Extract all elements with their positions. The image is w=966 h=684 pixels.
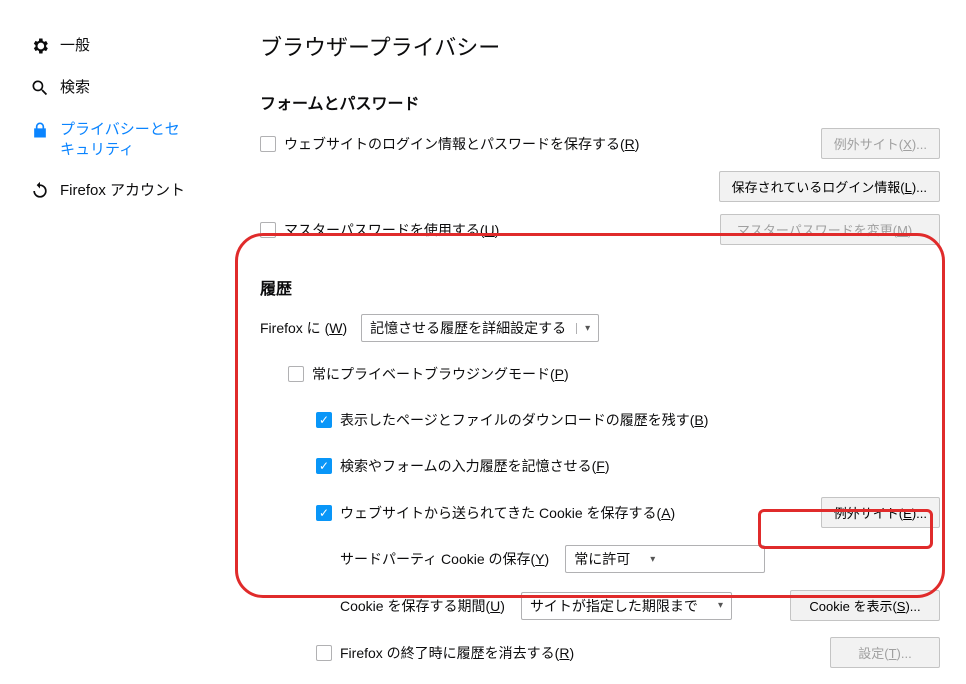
master-password-label: マスターパスワードを使用する(U)	[284, 220, 499, 240]
remember-search-checkbox[interactable]	[316, 458, 332, 474]
keep-until-label: Cookie を保存する期間(U)	[340, 596, 505, 616]
sidebar-item-label: 検索	[60, 78, 90, 98]
accept-cookies-checkbox[interactable]	[316, 505, 332, 521]
keep-until-select[interactable]: サイトが指定した期限まで ▾	[521, 592, 732, 620]
sidebar-item-account[interactable]: Firefox アカウント	[30, 175, 210, 217]
chevron-down-icon: ▾	[650, 554, 655, 565]
page-title: ブラウザープライバシー	[260, 30, 940, 62]
keep-until-value: サイトが指定した期限まで	[530, 596, 698, 616]
remember-search-label: 検索やフォームの入力履歴を記憶させる(F)	[340, 456, 609, 476]
remember-visits-checkbox[interactable]	[316, 412, 332, 428]
chevron-down-icon: ▾	[576, 323, 590, 334]
cookie-exceptions-button[interactable]: 例外サイト(E)...	[821, 497, 940, 528]
always-private-checkbox[interactable]	[288, 366, 304, 382]
third-party-cookie-value: 常に許可	[574, 549, 630, 569]
change-master-password-button[interactable]: マスターパスワードを変更(M)...	[720, 214, 940, 245]
section-title-forms: フォームとパスワード	[260, 90, 940, 114]
sidebar-item-label: Firefox アカウント	[60, 181, 185, 201]
sidebar-item-general[interactable]: 一般	[30, 30, 210, 72]
master-password-checkbox[interactable]	[260, 222, 276, 238]
sidebar-item-privacy[interactable]: プライバシーとセキュリティ	[30, 114, 210, 175]
settings-main: ブラウザープライバシー フォームとパスワード ウェブサイトのログイン情報とパスワ…	[260, 30, 940, 684]
clear-on-close-checkbox[interactable]	[316, 645, 332, 661]
sidebar-item-label: プライバシーとセキュリティ	[60, 120, 190, 159]
clear-settings-button[interactable]: 設定(T)...	[830, 637, 940, 668]
always-private-label: 常にプライベートブラウジングモード(P)	[312, 364, 569, 384]
chevron-down-icon: ▾	[718, 600, 723, 611]
gear-icon	[30, 36, 50, 56]
settings-sidebar: 一般 検索 プライバシーとセキュリティ Firefox アカウント	[30, 30, 210, 217]
lock-icon	[30, 120, 50, 140]
remember-visits-label: 表示したページとファイルのダウンロードの履歴を残す(B)	[340, 410, 708, 430]
save-logins-checkbox[interactable]	[260, 136, 276, 152]
sync-icon	[30, 181, 50, 201]
section-title-history: 履歴	[260, 275, 940, 299]
third-party-label: サードパーティ Cookie の保存(Y)	[340, 549, 549, 569]
saved-logins-button[interactable]: 保存されているログイン情報(L)...	[719, 171, 940, 202]
sidebar-item-label: 一般	[60, 36, 90, 56]
firefox-will-label: Firefox に (W)	[260, 318, 347, 338]
save-logins-label: ウェブサイトのログイン情報とパスワードを保存する(R)	[284, 134, 639, 154]
history-mode-select[interactable]: 記憶させる履歴を詳細設定する ▾	[361, 314, 599, 342]
clear-on-close-label: Firefox の終了時に履歴を消去する(R)	[340, 643, 574, 663]
history-mode-value: 記憶させる履歴を詳細設定する	[370, 318, 566, 338]
sidebar-item-search[interactable]: 検索	[30, 72, 210, 114]
exceptions-button[interactable]: 例外サイト(X)...	[821, 128, 940, 159]
search-icon	[30, 78, 50, 98]
third-party-cookie-select[interactable]: 常に許可 ▾	[565, 545, 765, 573]
show-cookies-button[interactable]: Cookie を表示(S)...	[790, 590, 940, 621]
accept-cookies-label: ウェブサイトから送られてきた Cookie を保存する(A)	[340, 503, 675, 523]
